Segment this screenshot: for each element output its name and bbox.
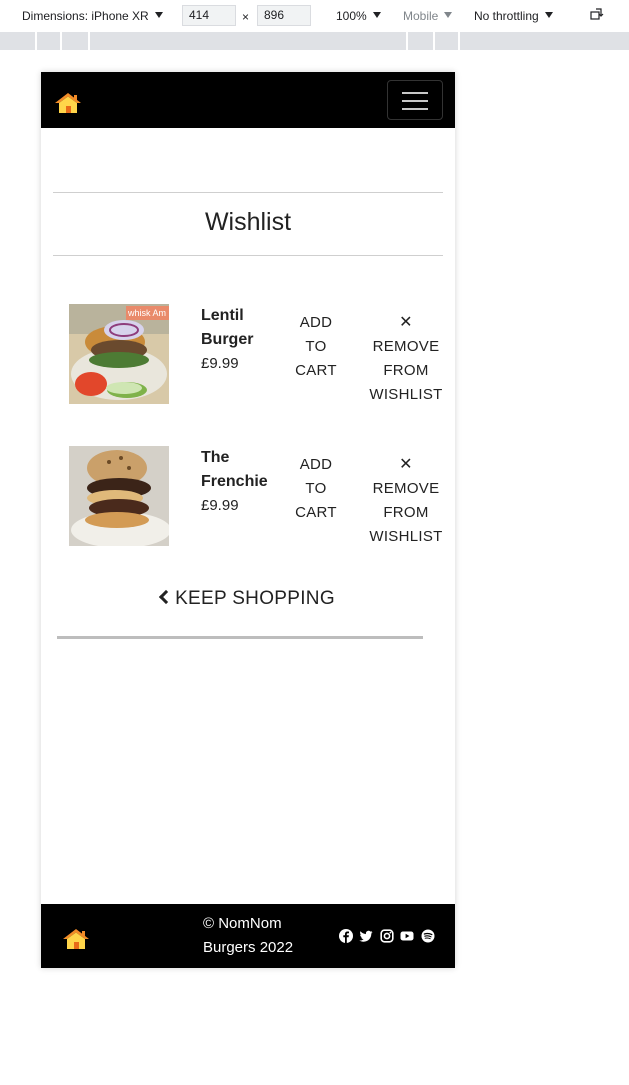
instagram-icon[interactable] (380, 929, 394, 943)
height-input[interactable]: 896 (257, 5, 311, 26)
throttling-dropdown[interactable]: No throttling (474, 9, 553, 23)
home-icon[interactable] (61, 928, 91, 950)
facebook-icon[interactable] (339, 929, 353, 943)
add-to-cart-label: ADD (299, 456, 333, 473)
add-to-cart-label: CART (295, 504, 337, 521)
hamburger-menu-icon (402, 108, 428, 110)
divider (53, 255, 443, 256)
ruler-mark (88, 32, 90, 50)
caret-down-icon (372, 12, 381, 18)
remove-label: WISHLIST (369, 386, 443, 403)
remove-label: REMOVE (372, 338, 440, 355)
lentil-burger-image[interactable]: whisk Am (69, 304, 169, 404)
remove-label: REMOVE (372, 480, 440, 497)
caret-down-icon (444, 12, 453, 18)
remove-from-wishlist-button[interactable]: ✕ REMOVE FROM WISHLIST (365, 311, 447, 407)
times-sign: × (242, 10, 250, 24)
item-name-line: Burger (201, 331, 254, 348)
hamburger-menu-icon (402, 100, 428, 102)
twitter-icon[interactable] (359, 929, 373, 943)
divider (57, 636, 423, 639)
add-to-cart-label: ADD (299, 314, 333, 331)
item-price: £9.99 (201, 355, 239, 372)
ruler-mark (60, 32, 62, 50)
item-name-line: Lentil (201, 307, 244, 324)
item-name-line: The (201, 449, 230, 466)
add-to-cart-label: TO (305, 338, 327, 355)
zoom-label: 100% (336, 9, 367, 23)
caret-down-icon (544, 12, 553, 18)
item-name[interactable]: Lentil Burger (201, 304, 271, 352)
add-to-cart-label: TO (305, 480, 327, 497)
item-name-line: Frenchie (201, 473, 268, 490)
width-input[interactable]: 414 (182, 5, 236, 26)
add-to-cart-button[interactable]: ADD TO CART (283, 311, 349, 383)
close-icon: ✕ (399, 314, 413, 331)
item-price: £9.99 (201, 497, 239, 514)
footer: © NomNom Burgers 2022 (41, 904, 455, 968)
social-links (339, 929, 437, 943)
device-viewport: Wishlist whisk Am Lentil Burger £9.99 AD… (41, 72, 455, 968)
ruler-mark (35, 32, 37, 50)
the-frenchie-image[interactable] (69, 446, 169, 546)
navbar (41, 72, 455, 128)
chevron-left-icon (159, 589, 174, 605)
ruler-mark (406, 32, 408, 50)
image-watermark: whisk Am (127, 308, 166, 318)
copyright-line: Burgers 2022 (203, 939, 294, 956)
close-icon: ✕ (399, 456, 413, 473)
youtube-icon[interactable] (400, 929, 414, 943)
keep-shopping-link[interactable]: KEEP SHOPPING (41, 588, 455, 610)
mode-dropdown[interactable]: Mobile (403, 9, 453, 23)
ruler-mark (458, 32, 460, 50)
remove-label: FROM (383, 362, 429, 379)
spotify-icon[interactable] (421, 929, 435, 943)
dimensions-label: Dimensions: iPhone XR (22, 9, 149, 23)
home-icon[interactable] (53, 92, 83, 114)
divider (53, 192, 443, 193)
devtools-toolbar: Dimensions: iPhone XR 414 × 896 100% Mob… (0, 0, 629, 32)
caret-down-icon (154, 12, 163, 18)
add-to-cart-button[interactable]: ADD TO CART (283, 453, 349, 525)
item-name[interactable]: The Frenchie (201, 446, 271, 494)
throttling-label: No throttling (474, 9, 539, 23)
remove-from-wishlist-button[interactable]: ✕ REMOVE FROM WISHLIST (365, 453, 447, 549)
page-title: Wishlist (204, 208, 292, 236)
copyright-text: © NomNom Burgers 2022 (203, 912, 313, 960)
media-query-ruler[interactable] (0, 32, 629, 50)
remove-label: WISHLIST (369, 528, 443, 545)
copyright-line: © NomNom (203, 915, 282, 932)
keep-shopping-label: KEEP SHOPPING (175, 588, 335, 609)
navbar-toggler-button[interactable] (387, 80, 443, 120)
dimensions-dropdown[interactable]: Dimensions: iPhone XR (22, 9, 163, 23)
add-to-cart-label: CART (295, 362, 337, 379)
hamburger-menu-icon (402, 92, 428, 94)
rotate-icon[interactable] (590, 8, 604, 20)
remove-label: FROM (383, 504, 429, 521)
ruler-mark (433, 32, 435, 50)
zoom-dropdown[interactable]: 100% (336, 9, 381, 23)
mode-label: Mobile (403, 9, 439, 23)
